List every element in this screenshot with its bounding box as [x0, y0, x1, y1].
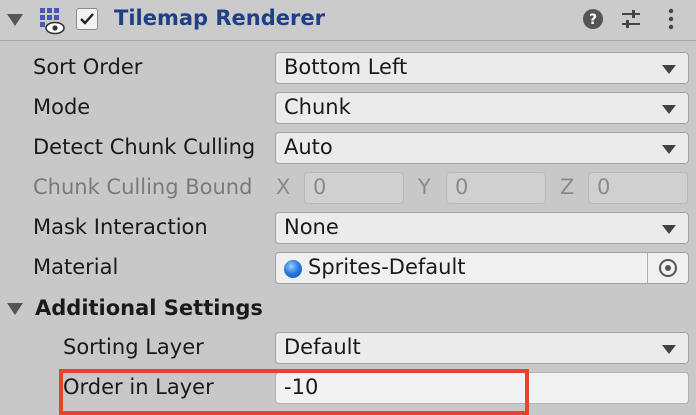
sort-order-dropdown[interactable]: Bottom Left — [275, 52, 689, 84]
highlight-box — [59, 369, 529, 415]
sorting-layer-value: Default — [284, 335, 361, 359]
detect-chunk-culling-value: Auto — [284, 135, 333, 159]
bounds-z-field: 0 — [588, 172, 688, 204]
bounds-x-label: X — [276, 175, 291, 199]
bounds-y-label: Y — [418, 175, 431, 199]
help-icon[interactable]: ? — [582, 8, 604, 30]
detect-chunk-culling-label: Detect Chunk Culling — [33, 135, 256, 159]
bounds-z-label: Z — [560, 175, 575, 199]
tilemap-renderer-icon — [40, 8, 65, 35]
presets-icon[interactable] — [620, 8, 642, 30]
dropdown-caret-icon — [662, 225, 676, 234]
sort-order-label: Sort Order — [33, 55, 143, 79]
object-picker-icon — [659, 259, 677, 277]
bounds-z-value: 0 — [597, 175, 611, 199]
mask-interaction-label: Mask Interaction — [33, 215, 208, 239]
additional-settings-header[interactable]: Additional Settings — [35, 296, 263, 320]
mode-dropdown[interactable]: Chunk — [275, 92, 689, 124]
mode-value: Chunk — [284, 95, 351, 119]
sorting-layer-label: Sorting Layer — [63, 335, 204, 359]
foldout-arrow-icon[interactable] — [7, 14, 23, 26]
material-label: Material — [33, 255, 119, 279]
dropdown-caret-icon — [662, 105, 676, 114]
bounds-x-field: 0 — [304, 172, 404, 204]
bounds-y-value: 0 — [455, 175, 469, 199]
component-header[interactable]: Tilemap Renderer ? — [0, 0, 696, 41]
object-picker-button[interactable] — [647, 253, 688, 283]
sort-order-value: Bottom Left — [284, 55, 408, 79]
material-value: Sprites-Default — [308, 255, 466, 279]
mask-interaction-value: None — [284, 215, 339, 239]
dropdown-caret-icon — [662, 345, 676, 354]
bounds-y-field: 0 — [446, 172, 546, 204]
mode-label: Mode — [33, 95, 91, 119]
material-icon — [284, 260, 302, 278]
dropdown-caret-icon — [662, 145, 676, 154]
detect-chunk-culling-dropdown[interactable]: Auto — [275, 132, 689, 164]
checkmark-icon — [80, 13, 94, 25]
kebab-menu-icon[interactable] — [664, 8, 678, 30]
bounds-x-value: 0 — [313, 175, 327, 199]
chunk-culling-bounds-label: Chunk Culling Bound — [33, 175, 253, 199]
mask-interaction-dropdown[interactable]: None — [275, 212, 689, 244]
enabled-checkbox[interactable] — [76, 8, 98, 30]
svg-text:?: ? — [589, 12, 597, 28]
component-title: Tilemap Renderer — [114, 6, 325, 30]
dropdown-caret-icon — [662, 65, 676, 74]
material-object-field[interactable]: Sprites-Default — [275, 252, 689, 284]
additional-settings-foldout-icon[interactable] — [7, 303, 23, 315]
sorting-layer-dropdown[interactable]: Default — [275, 332, 689, 364]
